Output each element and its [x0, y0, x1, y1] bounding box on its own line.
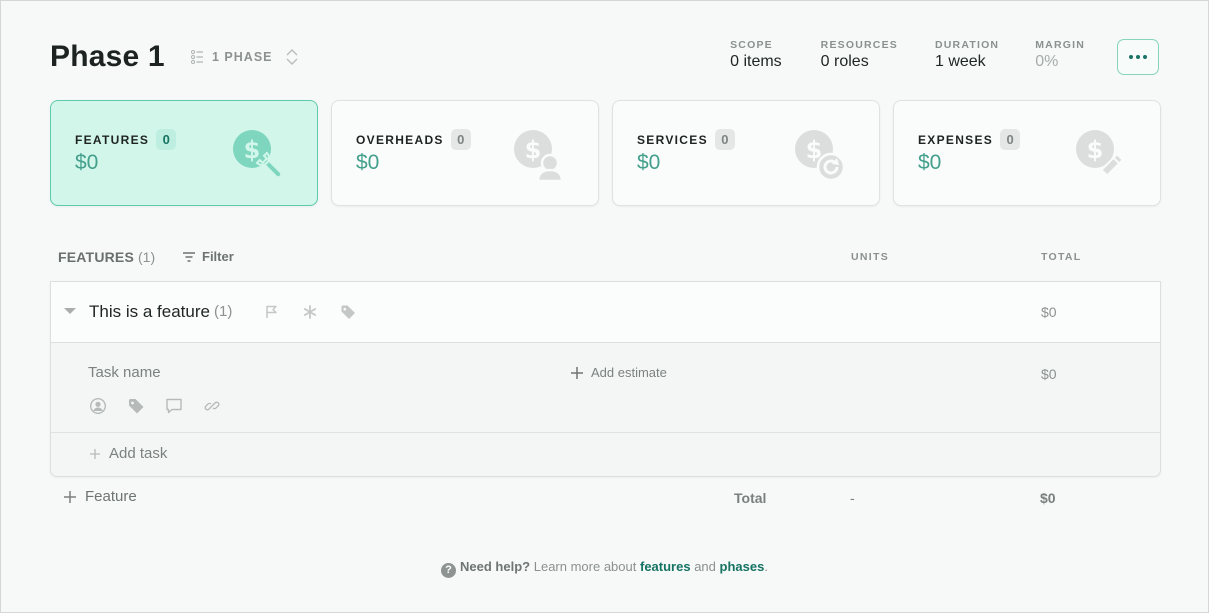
help-end: . — [764, 559, 768, 574]
filter-icon — [183, 251, 195, 262]
features-table: This is a feature (1) $0 Task name Add e… — [50, 281, 1161, 477]
total-units: - — [850, 490, 855, 506]
phase-header: Phase 1 1 PHASE SCOPE 0 items RESOURCES … — [50, 39, 1159, 79]
stat-label: DURATION — [934, 39, 1000, 51]
plus-icon — [90, 448, 100, 459]
svg-text:$: $ — [1087, 136, 1104, 164]
phase-selector[interactable]: 1 PHASE — [181, 40, 309, 74]
plus-icon — [64, 490, 76, 503]
section-title: FEATURES — [58, 249, 135, 265]
link-icon[interactable] — [203, 397, 221, 415]
stat-label: RESOURCES — [820, 39, 898, 51]
section-count: (1) — [138, 249, 156, 265]
add-feature-button[interactable]: Feature — [63, 488, 137, 505]
task-total: $0 — [1041, 366, 1057, 382]
plus-icon — [571, 366, 583, 379]
card-title: EXPENSES — [918, 132, 994, 147]
more-dot — [1143, 55, 1147, 59]
svg-text:$: $ — [525, 136, 542, 164]
features-section-header: FEATURES (1) Filter UNITS TOTAL — [58, 245, 1153, 269]
card-amount: $0 — [918, 151, 942, 174]
stat-resources: RESOURCES 0 roles — [821, 39, 898, 72]
add-estimate-label: Add estimate — [591, 365, 667, 380]
more-dot — [1129, 55, 1133, 59]
card-count-badge: 0 — [156, 129, 177, 150]
card-count-badge: 0 — [714, 129, 735, 150]
column-header-units: UNITS — [851, 251, 889, 263]
dollar-pencil-icon: $ — [1076, 130, 1125, 177]
help-and: and — [694, 559, 716, 574]
tag-icon[interactable] — [340, 304, 356, 320]
more-dot — [1136, 55, 1140, 59]
collapse-caret-icon[interactable] — [64, 308, 76, 314]
help-icon: ? — [441, 563, 457, 578]
list-icon — [191, 50, 203, 64]
task-actions — [89, 397, 221, 415]
help-footer: ? Need help? Learn more about features an… — [1, 559, 1208, 578]
dollar-person-icon: $ — [514, 130, 564, 183]
comment-icon[interactable] — [165, 397, 183, 415]
card-amount: $0 — [637, 151, 661, 174]
stat-value: 1 week — [934, 53, 986, 70]
stat-scope: SCOPE 0 items — [730, 39, 782, 72]
total-value: $0 — [1040, 490, 1056, 506]
stat-label: MARGIN — [1035, 39, 1085, 51]
help-text: Learn more about — [533, 559, 637, 574]
task-name-input[interactable]: Task name — [88, 364, 161, 381]
card-count-badge: 0 — [450, 129, 471, 150]
tag-icon[interactable] — [127, 397, 145, 415]
card-title: FEATURES — [75, 132, 150, 147]
add-feature-label: Feature — [85, 488, 137, 505]
card-title: SERVICES — [637, 132, 708, 147]
task-row: Task name Add estimate $0 — [51, 343, 1160, 433]
feature-task-count: (1) — [214, 303, 233, 320]
card-services[interactable]: SERVICES 0 $0 $ — [612, 100, 880, 206]
card-expenses[interactable]: EXPENSES 0 $0 $ — [893, 100, 1161, 206]
features-help-link[interactable]: features — [640, 559, 691, 574]
asterisk-icon[interactable] — [302, 304, 318, 320]
card-count-badge: 0 — [1000, 129, 1021, 150]
card-title: OVERHEADS — [356, 132, 444, 147]
dollar-refresh-icon: $ — [795, 130, 846, 182]
card-overheads[interactable]: OVERHEADS 0 $0 $ — [331, 100, 599, 206]
card-features[interactable]: FEATURES 0 $0 $ — [50, 100, 318, 206]
filter-button[interactable]: Filter — [182, 249, 234, 264]
stat-margin: MARGIN 0% — [1035, 39, 1085, 72]
total-label: Total — [734, 490, 767, 506]
svg-text:$: $ — [244, 136, 261, 164]
totals-row: Feature Total - $0 — [50, 488, 1161, 510]
feature-row: This is a feature (1) $0 — [51, 282, 1160, 343]
more-options-button[interactable] — [1117, 39, 1159, 75]
phases-help-link[interactable]: phases — [720, 559, 765, 574]
dollar-wrench-icon: $ — [233, 130, 283, 179]
card-amount: $0 — [75, 151, 99, 174]
phase-stats: SCOPE 0 items RESOURCES 0 roles DURATION… — [730, 39, 1159, 75]
stat-value: 0 roles — [820, 53, 869, 70]
stat-value: 0% — [1035, 53, 1059, 70]
add-task-button[interactable]: Add task — [89, 445, 167, 462]
page-title: Phase 1 — [50, 40, 165, 73]
stat-label: SCOPE — [730, 39, 773, 51]
flag-icon[interactable] — [264, 304, 280, 320]
add-task-label: Add task — [109, 445, 168, 462]
stat-value: 0 items — [730, 53, 782, 70]
column-header-total: TOTAL — [1041, 251, 1082, 263]
user-circle-icon[interactable] — [89, 397, 107, 415]
stat-duration: DURATION 1 week — [935, 39, 999, 72]
chevron-updown-icon — [286, 49, 297, 65]
add-estimate-button[interactable]: Add estimate — [570, 365, 667, 380]
phase-selector-label: 1 PHASE — [212, 50, 273, 64]
feature-total: $0 — [1041, 304, 1057, 320]
card-amount: $0 — [356, 151, 380, 174]
feature-name[interactable]: This is a feature — [89, 302, 210, 322]
filter-label: Filter — [202, 249, 234, 264]
help-lead: Need help? — [460, 559, 531, 574]
category-cards: FEATURES 0 $0 $ OVERHEADS 0 $0 $ SERVICE… — [50, 100, 1161, 206]
